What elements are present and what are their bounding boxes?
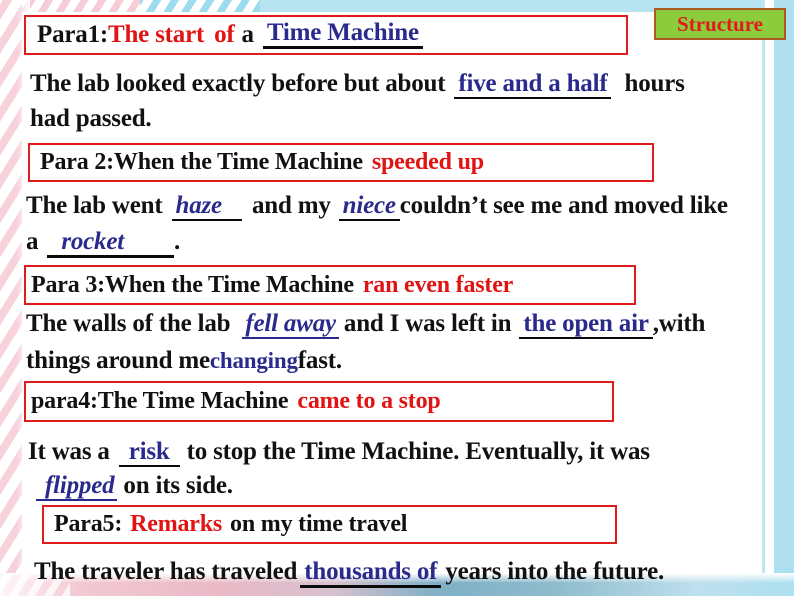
para1-body-line1: The lab looked exactly before but about f… [30, 70, 685, 99]
para5-answer: thousands of [300, 559, 442, 588]
para2-body-line2-post: . [173, 228, 181, 255]
para3-answer-2: the open air [519, 311, 653, 339]
para4-body-post: to stop the Time Machine. Eventually, it… [186, 438, 650, 465]
para3-answer-1: fell away [242, 311, 339, 339]
para4-heading-box: para4:The Time Machine came to a stop [24, 381, 614, 422]
para1-body-pre: The lab looked exactly before but about [30, 70, 446, 97]
para1-prefix: Para1: [37, 21, 108, 48]
para3-prefix: Para 3:When the Time Machine [31, 271, 354, 298]
para4-prefix: para4:The Time Machine [31, 388, 289, 414]
para2-heading-box: Para 2:When the Time Machine speeded up [28, 143, 654, 182]
para5-body-post: years into the future. [445, 558, 665, 585]
para4-body-line1: It was a risk to stop the Time Machine. Ev… [28, 438, 650, 467]
para1-body-post: hours [624, 70, 685, 97]
para2-highlight: speeded up [371, 149, 484, 175]
para5-highlight: Remarks [130, 511, 223, 537]
para4-body-line2-post: on its side. [123, 472, 233, 499]
para2-body-post: couldn’t see me and moved like [399, 192, 728, 219]
para3-highlight: ran even faster [362, 271, 514, 298]
para1-answer-blank: Time Machine [262, 20, 423, 49]
para2-body-line2-pre: a [26, 228, 39, 255]
slide-canvas: Structure Para1: The start of a Time Machine… [0, 0, 794, 596]
para2-answer-1: haze [171, 193, 242, 221]
para3-body-mid: and I was left in [343, 310, 512, 337]
para5-body-pre: The traveler has traveled [34, 558, 298, 585]
para1-tail: a [241, 21, 255, 48]
para4-highlight: came to a stop [297, 388, 441, 414]
para1-heading-box: Para1: The start of a Time Machine [24, 15, 628, 55]
para4-answer-1: risk [118, 439, 180, 467]
para2-body-pre: The lab went [26, 192, 163, 219]
para2-answer-2: niece [338, 193, 400, 221]
para2-body-line2: a rocket. [26, 228, 180, 258]
para1-highlight: The start [108, 21, 205, 48]
para1-body-line2: had passed. [30, 105, 152, 133]
para2-body-mid: and my [251, 192, 331, 219]
para5-heading-box: Para5: Remarks on my time travel [42, 505, 617, 544]
para3-body-line2-post: fast. [297, 347, 342, 374]
para3-body-pre: The walls of the lab [26, 310, 231, 337]
worksheet-content: Para1: The start of a Time Machine The lab l… [0, 0, 794, 596]
para3-heading-box: Para 3:When the Time Machine ran even fas… [24, 265, 636, 305]
para2-answer-3: rocket [47, 229, 174, 258]
para1-mid: of [214, 21, 235, 48]
para3-body-post: ,with [652, 310, 706, 337]
para5-prefix: Para5: [54, 511, 123, 537]
para3-body-line1: The walls of the lab fell away and I was l… [26, 310, 705, 339]
para3-body-line2-pre: things around me [26, 347, 210, 374]
para4-body-line2: flipped on its side. [36, 472, 233, 501]
para5-body-line1: The traveler has traveled thousands of yea… [34, 558, 664, 588]
para1-body-answer: five and a half [454, 71, 612, 99]
para1-body-post2: had passed. [30, 105, 152, 132]
para2-prefix: Para 2:When the Time Machine [40, 149, 363, 175]
para3-body-line2: things around mechangingfast. [26, 347, 342, 375]
para3-answer-3: changing [209, 348, 298, 373]
para4-answer-2: flipped [36, 473, 118, 501]
para2-body-line1: The lab went haze and my niece couldn’t see … [26, 192, 728, 221]
para4-body-pre: It was a [28, 438, 110, 465]
para5-tail: on my time travel [230, 511, 408, 537]
